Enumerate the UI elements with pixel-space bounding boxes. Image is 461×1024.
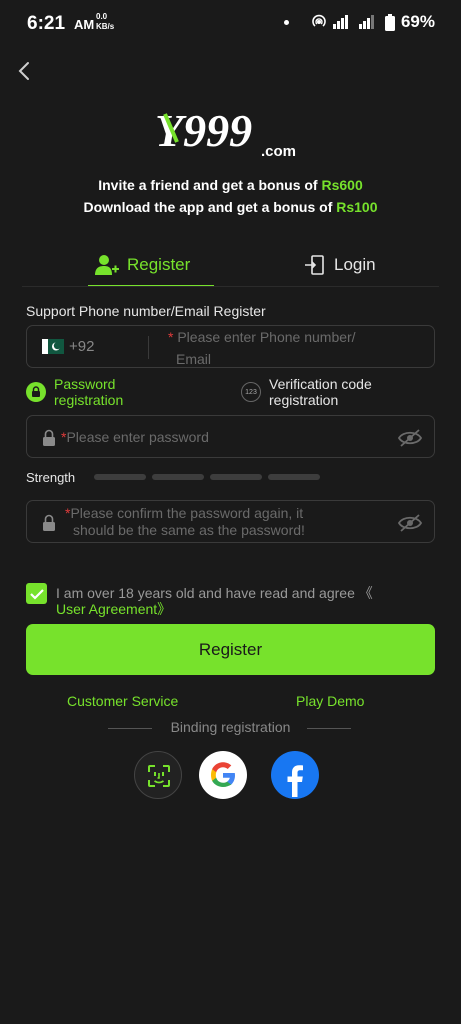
password-registration-option[interactable]: Password registration — [26, 376, 123, 408]
logo-suffix: .com — [261, 143, 296, 160]
binding-registration-divider: Binding registration — [0, 719, 461, 737]
lock-selected-icon — [26, 382, 46, 402]
field-separator — [148, 336, 149, 359]
promo-download-text: Download the app and get a bonus of — [83, 199, 337, 215]
verification-code-label: Verification code registration — [269, 376, 372, 408]
promo-download-amount: Rs100 — [336, 199, 378, 215]
google-icon — [211, 762, 235, 787]
agreement-text: I am over 18 years old and have read and… — [56, 585, 436, 617]
agreement-row: I am over 18 years old and have read and… — [26, 583, 435, 619]
agreement-checkbox[interactable] — [26, 583, 47, 604]
tab-login-label: Login — [334, 255, 376, 274]
user-agreement-link[interactable]: User Agreement》 — [56, 601, 171, 617]
strength-bar — [152, 474, 204, 480]
verification-code-line2: registration — [269, 392, 339, 408]
promo-invite-amount: Rs600 — [321, 177, 363, 193]
tabs-divider — [22, 286, 439, 287]
registration-method: Password registration 123 Verification c… — [0, 376, 461, 410]
signal-4g-icon — [332, 15, 348, 29]
network-speed-unit: KB/s — [96, 22, 115, 31]
phone-email-field[interactable]: +92 * Please enter Phone number/ Email — [26, 325, 435, 368]
phone-placeholder: * Please enter Phone number/ Email — [168, 326, 356, 370]
clock-ampm: AM — [74, 17, 95, 32]
network-speed: 0.0 KB/s — [96, 12, 114, 32]
notification-dot-icon — [283, 19, 289, 25]
checkmark-icon — [29, 588, 44, 600]
phone-placeholder-line1: Please enter Phone number/ — [177, 329, 356, 345]
divider-line — [307, 728, 351, 729]
strength-bar — [94, 474, 146, 480]
tab-register-label: Register — [127, 255, 191, 274]
register-button[interactable]: Register — [26, 624, 435, 675]
network-speed-value: 0.0 — [96, 12, 108, 21]
face-id-icon — [148, 765, 170, 787]
strength-bar — [210, 474, 262, 480]
confirm-placeholder: *Please confirm the password again, it s… — [65, 501, 305, 539]
confirm-placeholder-line2: should be the same as the password! — [73, 522, 305, 538]
signal-g-icon — [358, 15, 374, 29]
promo-download: Download the app and get a bonus of Rs10… — [0, 199, 461, 215]
logo-text: Y999 — [155, 105, 252, 156]
login-door-icon — [305, 255, 324, 275]
confirm-placeholder-line1: Please confirm the password again, it — [70, 505, 304, 521]
back-arrow-icon[interactable] — [15, 60, 35, 82]
facebook-button[interactable] — [271, 751, 319, 799]
facebook-icon — [287, 765, 303, 797]
numeric-code-icon: 123 — [241, 382, 261, 402]
auth-tabs: Register Login — [0, 244, 461, 287]
brand-logo: Y999 .com — [153, 104, 313, 160]
phone-placeholder-line2: Email — [176, 351, 212, 367]
promo-invite-text: Invite a friend and get a bonus of — [98, 177, 322, 193]
status-bar: 6:21 AM 0.0 KB/s 69% — [0, 0, 461, 46]
password-placeholder-text: Please enter password — [66, 429, 209, 445]
password-registration-label: Password registration — [54, 376, 123, 408]
play-demo-link[interactable]: Play Demo — [296, 693, 364, 709]
face-id-button[interactable] — [134, 751, 182, 799]
register-section-label: Support Phone number/Email Register — [26, 303, 266, 319]
verification-code-option[interactable]: 123 Verification code registration — [241, 376, 372, 408]
battery-icon — [384, 13, 395, 31]
eye-off-icon[interactable] — [398, 428, 422, 448]
battery-percentage: 69% — [400, 12, 435, 31]
password-registration-line1: Password — [54, 376, 116, 392]
password-registration-line2: registration — [54, 392, 124, 408]
lock-icon — [43, 514, 55, 531]
country-code-selector[interactable]: +92 — [69, 338, 94, 355]
hotspot-icon — [312, 14, 326, 27]
verification-code-line1: Verification code — [269, 376, 372, 392]
lock-icon — [43, 429, 55, 446]
status-icons: 69% — [283, 11, 435, 33]
confirm-password-field[interactable]: *Please confirm the password again, it s… — [26, 500, 435, 543]
required-star: * — [168, 329, 174, 345]
google-button[interactable] — [199, 751, 247, 799]
password-placeholder: *Please enter password — [61, 426, 209, 448]
password-field[interactable]: *Please enter password — [26, 415, 435, 458]
clock-time: 6:21 — [27, 13, 66, 34]
binding-registration-label: Binding registration — [170, 719, 291, 735]
pakistan-flag-icon — [42, 339, 64, 354]
promo-invite: Invite a friend and get a bonus of Rs600 — [0, 177, 461, 193]
eye-off-icon[interactable] — [398, 513, 422, 533]
tab-login[interactable]: Login — [304, 244, 376, 286]
strength-label: Strength — [26, 470, 76, 485]
customer-service-link[interactable]: Customer Service — [67, 693, 178, 709]
agreement-statement: I am over 18 years old and have read and… — [56, 585, 373, 601]
tab-register[interactable]: Register — [95, 244, 190, 286]
strength-bar — [268, 474, 320, 480]
user-add-icon — [95, 255, 119, 275]
